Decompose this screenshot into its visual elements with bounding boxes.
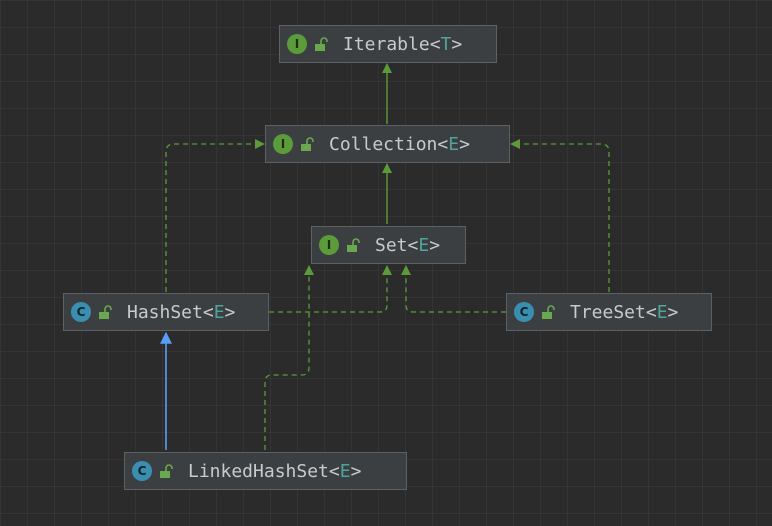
generic-close: > (451, 33, 463, 55)
generic-open: < (407, 234, 419, 256)
node-hashset[interactable]: C HashSet<E> (63, 293, 269, 331)
node-collection[interactable]: I Collection<E> (265, 125, 510, 163)
generic-open: < (202, 301, 214, 323)
interface-icon: I (319, 235, 339, 255)
type-parameter: E (448, 133, 460, 155)
edge-treeset-set (401, 265, 506, 313)
generic-close: > (429, 234, 441, 256)
generic-open: < (429, 33, 441, 55)
class-name: LinkedHashSet (188, 460, 329, 482)
generic-open: < (645, 301, 657, 323)
class-name: TreeSet (570, 301, 646, 323)
node-label: Collection<E> (329, 134, 470, 155)
node-label: Iterable<T> (343, 34, 462, 55)
edge-linkedhashset-set (264, 265, 314, 450)
node-linkedhashset[interactable]: C LinkedHashSet<E> (124, 452, 407, 490)
unlocked-padlock-icon (315, 37, 328, 51)
generic-open: < (328, 460, 340, 482)
type-parameter: T (440, 33, 452, 55)
generic-close: > (667, 301, 679, 323)
unlocked-padlock-icon (301, 137, 314, 151)
generic-close: > (350, 460, 362, 482)
interface-icon: I (287, 34, 307, 54)
class-icon: C (71, 302, 91, 322)
interface-icon: I (273, 134, 293, 154)
class-name: Iterable (343, 33, 430, 55)
edge-hashset-set (269, 265, 392, 313)
unlocked-padlock-icon (347, 238, 360, 252)
class-name: Collection (329, 133, 438, 155)
generic-open: < (437, 133, 449, 155)
generic-close: > (224, 301, 236, 323)
edge-treeset-collection (510, 139, 610, 292)
class-icon: C (514, 302, 534, 322)
node-label: Set<E> (375, 235, 440, 256)
class-name: HashSet (127, 301, 203, 323)
node-treeset[interactable]: C TreeSet<E> (506, 293, 712, 331)
class-name: Set (375, 234, 408, 256)
unlocked-padlock-icon (160, 464, 173, 478)
type-parameter: E (418, 234, 430, 256)
edge-hashset-collection (165, 139, 265, 292)
unlocked-padlock-icon (542, 305, 555, 319)
node-set[interactable]: I Set<E> (311, 226, 466, 264)
node-iterable[interactable]: I Iterable<T> (279, 25, 497, 63)
unlocked-padlock-icon (99, 305, 112, 319)
node-label: LinkedHashSet<E> (188, 461, 361, 482)
node-label: HashSet<E> (127, 302, 235, 323)
class-icon: C (132, 461, 152, 481)
node-label: TreeSet<E> (570, 302, 678, 323)
generic-close: > (459, 133, 470, 155)
type-parameter: E (339, 460, 351, 482)
type-parameter: E (213, 301, 225, 323)
type-parameter: E (656, 301, 668, 323)
